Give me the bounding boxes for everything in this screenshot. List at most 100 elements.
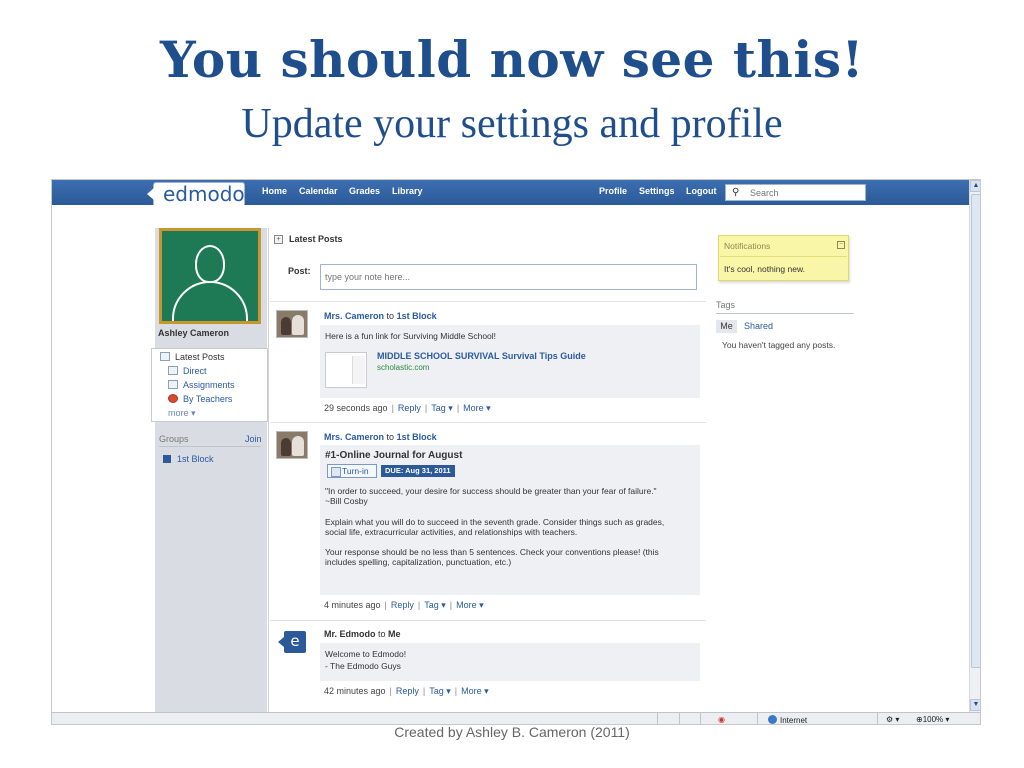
post-time: 4 minutes ago bbox=[324, 600, 381, 610]
assignment-title[interactable]: #1-Online Journal for August bbox=[325, 450, 462, 461]
tag-link[interactable]: Tag ▾ bbox=[424, 600, 446, 610]
post-meta: 29 seconds ago | Reply | Tag ▾ | More ▾ bbox=[324, 403, 491, 413]
group-color-icon bbox=[163, 455, 171, 463]
post-target[interactable]: Me bbox=[388, 629, 401, 639]
scroll-thumb[interactable] bbox=[971, 194, 980, 668]
post-header: Mrs. Cameron to 1st Block bbox=[324, 432, 437, 442]
nav-home[interactable]: Home bbox=[262, 186, 287, 196]
turn-in-button[interactable]: Turn-in bbox=[327, 464, 377, 478]
menu-by-teachers-label: By Teachers bbox=[183, 394, 233, 404]
collapse-icon[interactable]: − bbox=[837, 241, 845, 249]
feed-heading: Latest Posts bbox=[289, 234, 343, 244]
due-date-badge: DUE: Aug 31, 2011 bbox=[381, 465, 455, 477]
collapse-icon[interactable]: + bbox=[274, 235, 283, 244]
menu-latest-posts[interactable]: Latest Posts bbox=[160, 352, 225, 362]
scroll-up-arrow-icon[interactable]: ▲ bbox=[970, 180, 980, 192]
envelope-icon bbox=[168, 366, 178, 375]
post-author-link[interactable]: Mrs. Cameron bbox=[324, 432, 384, 442]
author-photo[interactable] bbox=[276, 310, 308, 338]
post-author-link[interactable]: Mrs. Cameron bbox=[324, 311, 384, 321]
link-title[interactable]: MIDDLE SCHOOL SURVIVAL Survival Tips Gui… bbox=[377, 351, 586, 361]
assignment-icon bbox=[168, 380, 178, 389]
more-link[interactable]: More ▾ bbox=[461, 686, 489, 696]
zoom-control[interactable]: ⊕100% ▾ bbox=[916, 715, 949, 724]
post-target-link[interactable]: 1st Block bbox=[397, 311, 437, 321]
search-input[interactable] bbox=[750, 186, 860, 199]
link-thumbnail[interactable] bbox=[325, 352, 367, 388]
apple-icon bbox=[168, 394, 178, 403]
menu-assignments[interactable]: Assignments bbox=[168, 380, 235, 390]
tags-heading: Tags bbox=[716, 300, 736, 310]
divider bbox=[270, 422, 706, 423]
groups-heading: Groups bbox=[159, 434, 189, 444]
menu-more-label: more bbox=[168, 408, 189, 418]
post-header: Mrs. Cameron to 1st Block bbox=[324, 311, 437, 321]
link-url[interactable]: scholastic.com bbox=[377, 363, 429, 372]
post-label: Post: bbox=[288, 266, 311, 276]
post-to-word: to bbox=[386, 432, 395, 442]
vertical-scrollbar[interactable]: ▲ ▼ bbox=[969, 180, 980, 712]
avatar[interactable] bbox=[159, 228, 261, 324]
divider bbox=[270, 301, 706, 302]
post-meta: 4 minutes ago | Reply | Tag ▾ | More ▾ bbox=[324, 600, 484, 610]
more-link[interactable]: More ▾ bbox=[456, 600, 484, 610]
protected-mode-icon[interactable]: ⚙ ▾ bbox=[886, 715, 899, 724]
search-icon[interactable]: ⚲ bbox=[732, 187, 739, 198]
globe-icon bbox=[768, 715, 777, 724]
post-header: Mr. Edmodo to Me bbox=[324, 629, 401, 639]
tab-tags-me[interactable]: Me bbox=[716, 320, 737, 333]
nav-logout[interactable]: Logout bbox=[686, 186, 717, 196]
post-input[interactable] bbox=[320, 264, 697, 290]
groups-divider bbox=[159, 446, 261, 447]
edmodo-e-icon[interactable]: e bbox=[278, 631, 306, 653]
menu-more[interactable]: more ▾ bbox=[168, 408, 196, 419]
reply-link[interactable]: Reply bbox=[398, 403, 421, 413]
nav-grades[interactable]: Grades bbox=[349, 186, 380, 196]
post-to-word: to bbox=[378, 629, 386, 639]
nav-library[interactable]: Library bbox=[392, 186, 423, 196]
nav-settings[interactable]: Settings bbox=[639, 186, 675, 196]
join-group-link[interactable]: Join bbox=[245, 434, 262, 444]
tag-link[interactable]: Tag ▾ bbox=[429, 686, 451, 696]
scroll-down-arrow-icon[interactable]: ▼ bbox=[970, 699, 980, 711]
menu-latest-posts-label: Latest Posts bbox=[175, 352, 225, 362]
user-name[interactable]: Ashley Cameron bbox=[158, 328, 229, 338]
slide-subtitle: Update your settings and profile bbox=[241, 101, 783, 147]
assignment-quote: "In order to succeed, your desire for su… bbox=[325, 486, 657, 496]
divider bbox=[270, 620, 706, 621]
post-text: - The Edmodo Guys bbox=[325, 661, 401, 671]
browser-screenshot: edmodo Home Calendar Grades Library Prof… bbox=[51, 179, 981, 725]
chevron-down-icon: ▾ bbox=[191, 408, 196, 418]
group-item-1st-block[interactable]: 1st Block bbox=[177, 454, 214, 464]
slide-footer: Created by Ashley B. Cameron (2011) bbox=[394, 724, 630, 740]
tags-divider bbox=[716, 313, 854, 314]
search-box[interactable]: ⚲ bbox=[725, 184, 866, 201]
author-photo[interactable] bbox=[276, 431, 308, 459]
notifications-title: Notifications bbox=[724, 241, 771, 251]
tab-tags-shared[interactable]: Shared bbox=[744, 321, 773, 331]
reply-link[interactable]: Reply bbox=[396, 686, 419, 696]
top-navigation-bar: edmodo Home Calendar Grades Library Prof… bbox=[52, 180, 969, 207]
tag-link[interactable]: Tag ▾ bbox=[431, 403, 453, 413]
post-text: Welcome to Edmodo! bbox=[325, 649, 407, 659]
edmodo-logo[interactable]: edmodo bbox=[147, 182, 245, 207]
nav-profile[interactable]: Profile bbox=[599, 186, 627, 196]
posts-icon bbox=[160, 352, 170, 361]
assignment-text: social life, extracurricular activities,… bbox=[325, 527, 578, 537]
reply-link[interactable]: Reply bbox=[391, 600, 414, 610]
more-link[interactable]: More ▾ bbox=[463, 403, 491, 413]
assignment-text: includes spelling, capitalization, punct… bbox=[325, 557, 512, 567]
post-target-link[interactable]: 1st Block bbox=[397, 432, 437, 442]
zoom-level: 100% bbox=[922, 715, 944, 724]
post-time: 29 seconds ago bbox=[324, 403, 388, 413]
post-author[interactable]: Mr. Edmodo bbox=[324, 629, 376, 639]
post-to-word: to bbox=[386, 311, 395, 321]
post-time: 42 minutes ago bbox=[324, 686, 386, 696]
menu-direct[interactable]: Direct bbox=[168, 366, 207, 376]
menu-by-teachers[interactable]: By Teachers bbox=[168, 394, 232, 404]
nav-calendar[interactable]: Calendar bbox=[299, 186, 338, 196]
slide-title: You should now see this! bbox=[160, 30, 864, 89]
security-icon[interactable]: ◉ bbox=[718, 715, 725, 724]
notifications-text: It's cool, nothing new. bbox=[724, 264, 806, 274]
menu-assignments-label: Assignments bbox=[183, 380, 235, 390]
